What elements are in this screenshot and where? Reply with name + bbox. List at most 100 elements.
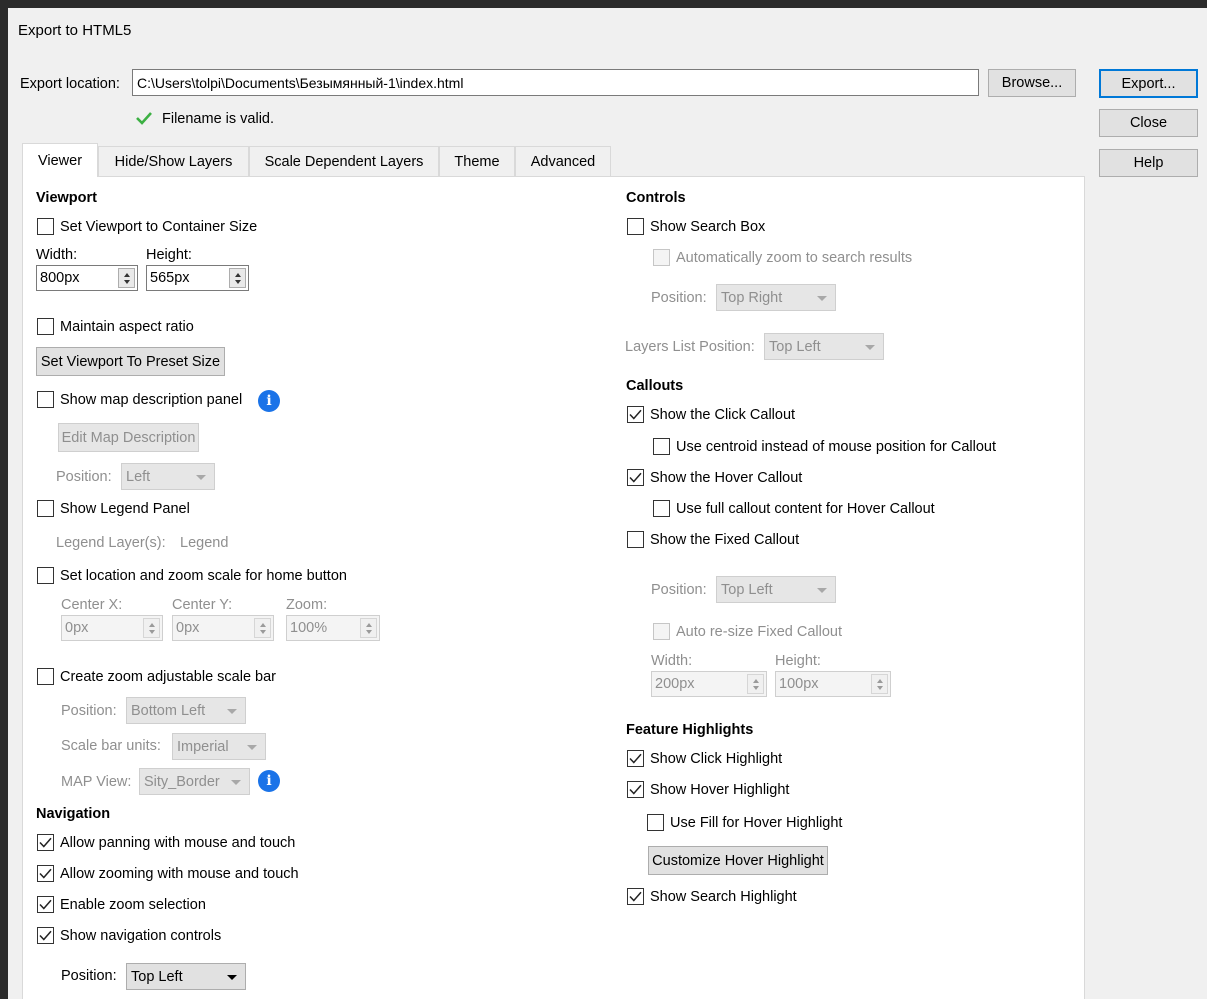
check-icon: [39, 899, 52, 910]
search-position-label: Position:: [651, 290, 707, 306]
tab-viewer[interactable]: Viewer: [22, 143, 98, 177]
click-highlight-checkbox[interactable]: [627, 750, 644, 767]
check-icon: [629, 784, 642, 795]
scale-bar-checkbox[interactable]: [37, 668, 54, 685]
centroid-checkbox[interactable]: [653, 438, 670, 455]
export-button[interactable]: Export...: [1099, 69, 1198, 98]
zoom-stepper[interactable]: 100%: [286, 615, 380, 641]
check-icon: [629, 753, 642, 764]
height-stepper[interactable]: 565px: [146, 265, 249, 291]
home-button-label: Set location and zoom scale for home but…: [60, 568, 347, 584]
callout-height-stepper[interactable]: 100px: [775, 671, 891, 697]
customize-hover-highlight-button[interactable]: Customize Hover Highlight: [648, 846, 828, 875]
hover-highlight-label: Show Hover Highlight: [650, 782, 790, 798]
center-x-value: 0px: [65, 620, 89, 636]
fixed-position-select[interactable]: Top Left: [716, 576, 836, 603]
click-callout-checkbox[interactable]: [627, 406, 644, 423]
centroid-label: Use centroid instead of mouse position f…: [676, 439, 996, 455]
viewport-heading: Viewport: [36, 190, 97, 206]
map-view-select[interactable]: Sity_Border: [139, 768, 250, 795]
nav-position-select[interactable]: Top Left: [126, 963, 246, 990]
info-icon[interactable]: i: [258, 770, 280, 792]
center-y-stepper[interactable]: 0px: [172, 615, 274, 641]
tab-advanced[interactable]: Advanced: [515, 146, 611, 176]
export-dialog: Export to HTML5 Export location: C:\User…: [8, 8, 1207, 999]
browse-button[interactable]: Browse...: [988, 69, 1076, 97]
center-y-spin-buttons[interactable]: [254, 618, 271, 638]
nav-controls-checkbox[interactable]: [37, 927, 54, 944]
maintain-aspect-checkbox[interactable]: [37, 318, 54, 335]
zoom-selection-checkbox[interactable]: [37, 896, 54, 913]
full-callout-checkbox[interactable]: [653, 500, 670, 517]
zoom-spin-buttons[interactable]: [360, 618, 377, 638]
search-position-select[interactable]: Top Right: [716, 284, 836, 311]
nav-controls-label: Show navigation controls: [60, 928, 222, 944]
close-button[interactable]: Close: [1099, 109, 1198, 137]
width-label: Width:: [36, 247, 78, 263]
width-stepper[interactable]: 800px: [36, 265, 138, 291]
search-position-value: Top Right: [721, 289, 783, 306]
search-box-label: Show Search Box: [650, 219, 766, 235]
scalebar-position-select[interactable]: Bottom Left: [126, 697, 246, 724]
callout-width-value: 200px: [655, 676, 695, 692]
info-icon[interactable]: i: [258, 390, 280, 412]
filename-valid-message: Filename is valid.: [162, 111, 275, 127]
scale-bar-label: Create zoom adjustable scale bar: [60, 669, 277, 685]
tab-hide-show-layers[interactable]: Hide/Show Layers: [98, 146, 249, 176]
fill-hover-label: Use Fill for Hover Highlight: [670, 815, 843, 831]
click-callout-label: Show the Click Callout: [650, 407, 796, 423]
container-size-label: Set Viewport to Container Size: [60, 219, 258, 235]
nav-position-label: Position:: [61, 968, 117, 984]
hover-highlight-checkbox[interactable]: [627, 781, 644, 798]
chevron-down-icon: [817, 587, 827, 593]
width-spin-buttons[interactable]: [118, 268, 135, 288]
callout-width-stepper[interactable]: 200px: [651, 671, 767, 697]
search-box-checkbox[interactable]: [627, 218, 644, 235]
layers-list-select[interactable]: Top Left: [764, 333, 884, 360]
desc-position-select[interactable]: Left: [121, 463, 215, 490]
fill-hover-checkbox[interactable]: [647, 814, 664, 831]
export-location-input[interactable]: C:\Users\tolpi\Documents\Безымянный-1\in…: [132, 69, 979, 96]
chevron-down-icon: [196, 474, 206, 480]
fixed-callout-checkbox[interactable]: [627, 531, 644, 548]
hover-callout-checkbox[interactable]: [627, 469, 644, 486]
preset-size-button[interactable]: Set Viewport To Preset Size: [36, 347, 225, 376]
check-icon: [629, 891, 642, 902]
chevron-down-icon: [247, 744, 257, 750]
tab-theme[interactable]: Theme: [439, 146, 515, 176]
tab-scale-dependent-layers[interactable]: Scale Dependent Layers: [249, 146, 439, 176]
legend-layers-value: Legend: [180, 535, 229, 551]
scalebar-units-select[interactable]: Imperial: [172, 733, 266, 760]
legend-panel-checkbox[interactable]: [37, 500, 54, 517]
chevron-down-icon: [227, 708, 237, 714]
callout-width-label: Width:: [651, 653, 693, 669]
hover-callout-label: Show the Hover Callout: [650, 470, 803, 486]
check-icon: [39, 868, 52, 879]
chevron-down-icon: [817, 295, 827, 301]
width-value: 800px: [40, 270, 80, 286]
allow-panning-checkbox[interactable]: [37, 834, 54, 851]
auto-zoom-checkbox[interactable]: [653, 249, 670, 266]
auto-resize-checkbox[interactable]: [653, 623, 670, 640]
callout-width-spin-buttons[interactable]: [747, 674, 764, 694]
dialog-title: Export to HTML5: [18, 22, 132, 39]
allow-zooming-checkbox[interactable]: [37, 865, 54, 882]
container-size-checkbox[interactable]: [37, 218, 54, 235]
help-button[interactable]: Help: [1099, 149, 1198, 177]
nav-position-value: Top Left: [131, 968, 183, 985]
auto-resize-label: Auto re-size Fixed Callout: [676, 624, 843, 640]
height-spin-buttons[interactable]: [229, 268, 246, 288]
chevron-down-icon: [227, 974, 237, 980]
center-x-spin-buttons[interactable]: [143, 618, 160, 638]
height-value: 565px: [150, 270, 190, 286]
chevron-down-icon: [231, 779, 241, 785]
map-description-checkbox[interactable]: [37, 391, 54, 408]
center-x-stepper[interactable]: 0px: [61, 615, 163, 641]
check-icon: [629, 409, 642, 420]
check-icon: [39, 930, 52, 941]
search-highlight-checkbox[interactable]: [627, 888, 644, 905]
home-button-checkbox[interactable]: [37, 567, 54, 584]
edit-map-description-button[interactable]: Edit Map Description: [58, 423, 199, 452]
callout-height-spin-buttons[interactable]: [871, 674, 888, 694]
legend-layers-label: Legend Layer(s):: [56, 535, 166, 551]
